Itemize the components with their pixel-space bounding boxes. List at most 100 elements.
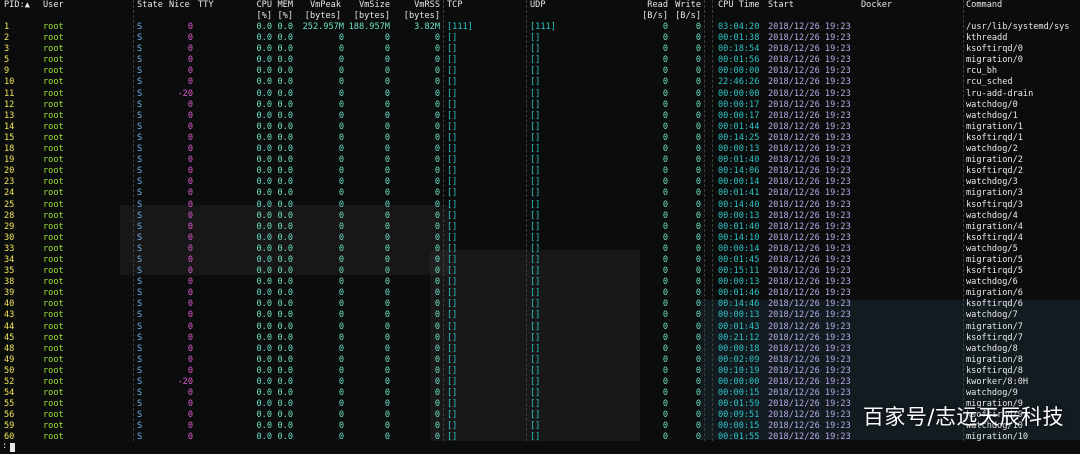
process-row[interactable]: 52 root S -20 0.0 0.0 0 0 0 [] [] 0 0 00:00:00 2018/12… xyxy=(0,377,1080,388)
process-row[interactable]: 19 root S 0 0.0 0.0 0 0 0 [] [] 0 0 00:01:40 2018/12/2… xyxy=(0,155,1080,166)
process-row[interactable]: 29 root S 0 0.0 0.0 0 0 0 [] [] 0 0 00:01:40 2018/12/2… xyxy=(0,222,1080,233)
state-cell: S xyxy=(137,210,143,221)
process-row[interactable]: 49 root S 0 0.0 0.0 0 0 0 [] [] 0 0 00:02:09 2018/12/2… xyxy=(0,355,1080,366)
command-prompt[interactable]: : xyxy=(2,441,7,452)
process-row[interactable]: 2 root S 0 0.0 0.0 0 0 0 [] [] 0 0 00:01:38 2018/12/26… xyxy=(0,33,1080,44)
process-row[interactable]: 13 root S 0 0.0 0.0 0 0 0 [] [] 0 0 00:00:17 2018/12/2… xyxy=(0,111,1080,122)
process-row[interactable]: 11 root S -20 0.0 0.0 0 0 0 [] [] 0 0 00:00:00 2018/12… xyxy=(0,89,1080,100)
cpu-header[interactable]: CPU xyxy=(252,0,272,11)
start-cell: 2018/12/26 19:23 xyxy=(768,44,851,55)
start-cell: 2018/12/26 19:23 xyxy=(768,22,851,32)
user-cell: root xyxy=(43,232,64,243)
cpu-cell: 0.0 xyxy=(256,132,272,143)
mem-cell: 0.0 xyxy=(277,188,293,199)
vmrss-header[interactable]: VmRSS xyxy=(396,0,440,11)
process-row[interactable]: 23 root S 0 0.0 0.0 0 0 0 [] [] 0 0 00:00:14 2018/12/2… xyxy=(0,177,1080,188)
process-row[interactable]: 50 root S 0 0.0 0.0 0 0 0 [] [] 0 0 00:10:19 2018/12/2… xyxy=(0,366,1080,377)
tcp-cell: [] xyxy=(447,232,458,243)
vmsize-cell: 0 xyxy=(384,99,390,110)
vmrss-cell: 0 xyxy=(434,354,440,365)
process-row[interactable]: 24 root S 0 0.0 0.0 0 0 0 [] [] 0 0 00:01:41 2018/12/2… xyxy=(0,188,1080,199)
read-cell: 0 xyxy=(662,288,668,299)
process-row[interactable]: 43 root S 0 0.0 0.0 0 0 0 [] [] 0 0 00:00:13 2018/12/2… xyxy=(0,310,1080,321)
process-row[interactable]: 18 root S 0 0.0 0.0 0 0 0 [] [] 0 0 00:00:13 2018/12/2… xyxy=(0,144,1080,155)
nice-cell: 0 xyxy=(187,232,193,243)
command-header[interactable]: Command xyxy=(966,0,1002,11)
process-row[interactable]: 25 root S 0 0.0 0.0 0 0 0 [] [] 0 0 00:14:40 2018/12/2… xyxy=(0,200,1080,211)
start-cell: 2018/12/26 19:23 xyxy=(768,410,851,421)
read-cell: 0 xyxy=(662,144,668,155)
start-cell: 2018/12/26 19:23 xyxy=(768,188,851,199)
nice-cell: 0 xyxy=(187,132,193,143)
process-row[interactable]: 5 root S 0 0.0 0.0 0 0 0 [] [] 0 0 00:01:56 2018/12/26… xyxy=(0,55,1080,66)
user-header[interactable]: User xyxy=(43,0,64,11)
mem-cell: 0.0 xyxy=(277,254,293,265)
process-row[interactable]: 48 root S 0 0.0 0.0 0 0 0 [] [] 0 0 00:00:18 2018/12/2… xyxy=(0,344,1080,355)
tcp-cell: [] xyxy=(447,354,458,365)
process-row[interactable]: 33 root S 0 0.0 0.0 0 0 0 [] [] 0 0 00:00:14 2018/12/2… xyxy=(0,244,1080,255)
cpu-time-cell: 03:04:20 xyxy=(718,22,760,32)
tcp-cell: [] xyxy=(447,77,458,88)
header-line-1: PID:▲ User State Nice TTY CPU MEM VmPeak… xyxy=(0,0,1080,11)
read-header[interactable]: Read xyxy=(640,0,668,11)
vmpeak-cell: 0 xyxy=(338,332,344,343)
vmsize-cell: 0 xyxy=(384,177,390,188)
mem-cell: 0.0 xyxy=(277,343,293,354)
tcp-cell: [] xyxy=(447,88,458,99)
process-row[interactable]: 20 root S 0 0.0 0.0 0 0 0 [] [] 0 0 00:14:06 2018/12/2… xyxy=(0,166,1080,177)
start-cell: 2018/12/26 19:23 xyxy=(768,243,851,254)
user-cell: root xyxy=(43,243,64,254)
process-row[interactable]: 39 root S 0 0.0 0.0 0 0 0 [] [] 0 0 00:01:46 2018/12/2… xyxy=(0,288,1080,299)
vmrss-cell: 0 xyxy=(434,199,440,210)
write-cell: 0 xyxy=(695,22,701,32)
mem-header[interactable]: MEM xyxy=(276,0,293,11)
udp-cell: [] xyxy=(530,44,541,55)
write-cell: 0 xyxy=(695,110,701,121)
process-row[interactable]: 44 root S 0 0.0 0.0 0 0 0 [] [] 0 0 00:01:43 2018/12/2… xyxy=(0,322,1080,333)
vmpeak-cell: 0 xyxy=(338,232,344,243)
process-row[interactable]: 9 root S 0 0.0 0.0 0 0 0 [] [] 0 0 00:00:00 2018/12/26… xyxy=(0,66,1080,77)
state-cell: S xyxy=(137,266,143,277)
process-row[interactable]: 14 root S 0 0.0 0.0 0 0 0 [] [] 0 0 00:01:44 2018/12/2… xyxy=(0,122,1080,133)
nice-header[interactable]: Nice xyxy=(169,0,190,11)
sort-pid-header[interactable]: PID:▲ xyxy=(4,0,30,11)
process-row[interactable]: 3 root S 0 0.0 0.0 0 0 0 [] [] 0 0 00:18:54 2018/12/26… xyxy=(0,44,1080,55)
udp-header[interactable]: UDP xyxy=(530,0,546,11)
cpu-time-header[interactable]: CPU Time xyxy=(718,0,759,11)
process-row[interactable]: 45 root S 0 0.0 0.0 0 0 0 [] [] 0 0 00:21:12 2018/12/2… xyxy=(0,333,1080,344)
process-row[interactable]: 1 root S 0 0.0 0.0 252.957M 188.957M 3.82M [111] [… xyxy=(0,22,1080,33)
state-cell: S xyxy=(137,144,143,155)
udp-cell: [] xyxy=(530,288,541,299)
start-cell: 2018/12/26 19:23 xyxy=(768,377,851,387)
process-row[interactable]: 34 root S 0 0.0 0.0 0 0 0 [] [] 0 0 00:01:45 2018/12/2… xyxy=(0,255,1080,266)
process-row[interactable]: 12 root S 0 0.0 0.0 0 0 0 [] [] 0 0 00:00:17 2018/12/2… xyxy=(0,100,1080,111)
process-row[interactable]: 28 root S 0 0.0 0.0 0 0 0 [] [] 0 0 00:00:13 2018/12/2… xyxy=(0,211,1080,222)
process-row[interactable]: 54 root S 0 0.0 0.0 0 0 0 [] [] 0 0 00:00:15 2018/12/2… xyxy=(0,388,1080,399)
command-cell: ksoftirqd/0 xyxy=(966,44,1023,55)
vmsize-header[interactable]: VmSize xyxy=(346,0,390,11)
tcp-cell: [] xyxy=(447,410,458,421)
docker-header[interactable]: Docker xyxy=(861,0,892,11)
tty-header[interactable]: TTY xyxy=(198,0,214,11)
tcp-cell: [] xyxy=(447,299,458,310)
mem-cell: 0.0 xyxy=(277,243,293,254)
state-header[interactable]: State xyxy=(137,0,163,11)
mem-cell: 0.0 xyxy=(277,22,293,32)
write-cell: 0 xyxy=(695,243,701,254)
pid-cell: 50 xyxy=(4,365,15,376)
process-row[interactable]: 10 root S 0 0.0 0.0 0 0 0 [] [] 0 0 22:46:26 2018/12/2… xyxy=(0,77,1080,88)
cpu-cell: 0.0 xyxy=(256,288,272,299)
vmpeak-cell: 0 xyxy=(338,166,344,177)
write-header[interactable]: Write xyxy=(672,0,701,11)
process-row[interactable]: 15 root S 0 0.0 0.0 0 0 0 [] [] 0 0 00:14:25 2018/12/2… xyxy=(0,133,1080,144)
start-header[interactable]: Start xyxy=(768,0,794,11)
process-row[interactable]: 30 root S 0 0.0 0.0 0 0 0 [] [] 0 0 00:14:10 2018/12/2… xyxy=(0,233,1080,244)
process-row[interactable]: 35 root S 0 0.0 0.0 0 0 0 [] [] 0 0 00:15:11 2018/12/2… xyxy=(0,266,1080,277)
process-row[interactable]: 38 root S 0 0.0 0.0 0 0 0 [] [] 0 0 00:00:13 2018/12/2… xyxy=(0,277,1080,288)
tcp-header[interactable]: TCP xyxy=(447,0,463,11)
pid-cell: 5 xyxy=(4,55,10,66)
process-row[interactable]: 40 root S 0 0.0 0.0 0 0 0 [] [] 0 0 00:14:46 2018/12/2… xyxy=(0,299,1080,310)
write-cell: 0 xyxy=(695,155,701,166)
cpu-cell: 0.0 xyxy=(256,232,272,243)
vmpeak-header[interactable]: VmPeak xyxy=(296,0,341,11)
